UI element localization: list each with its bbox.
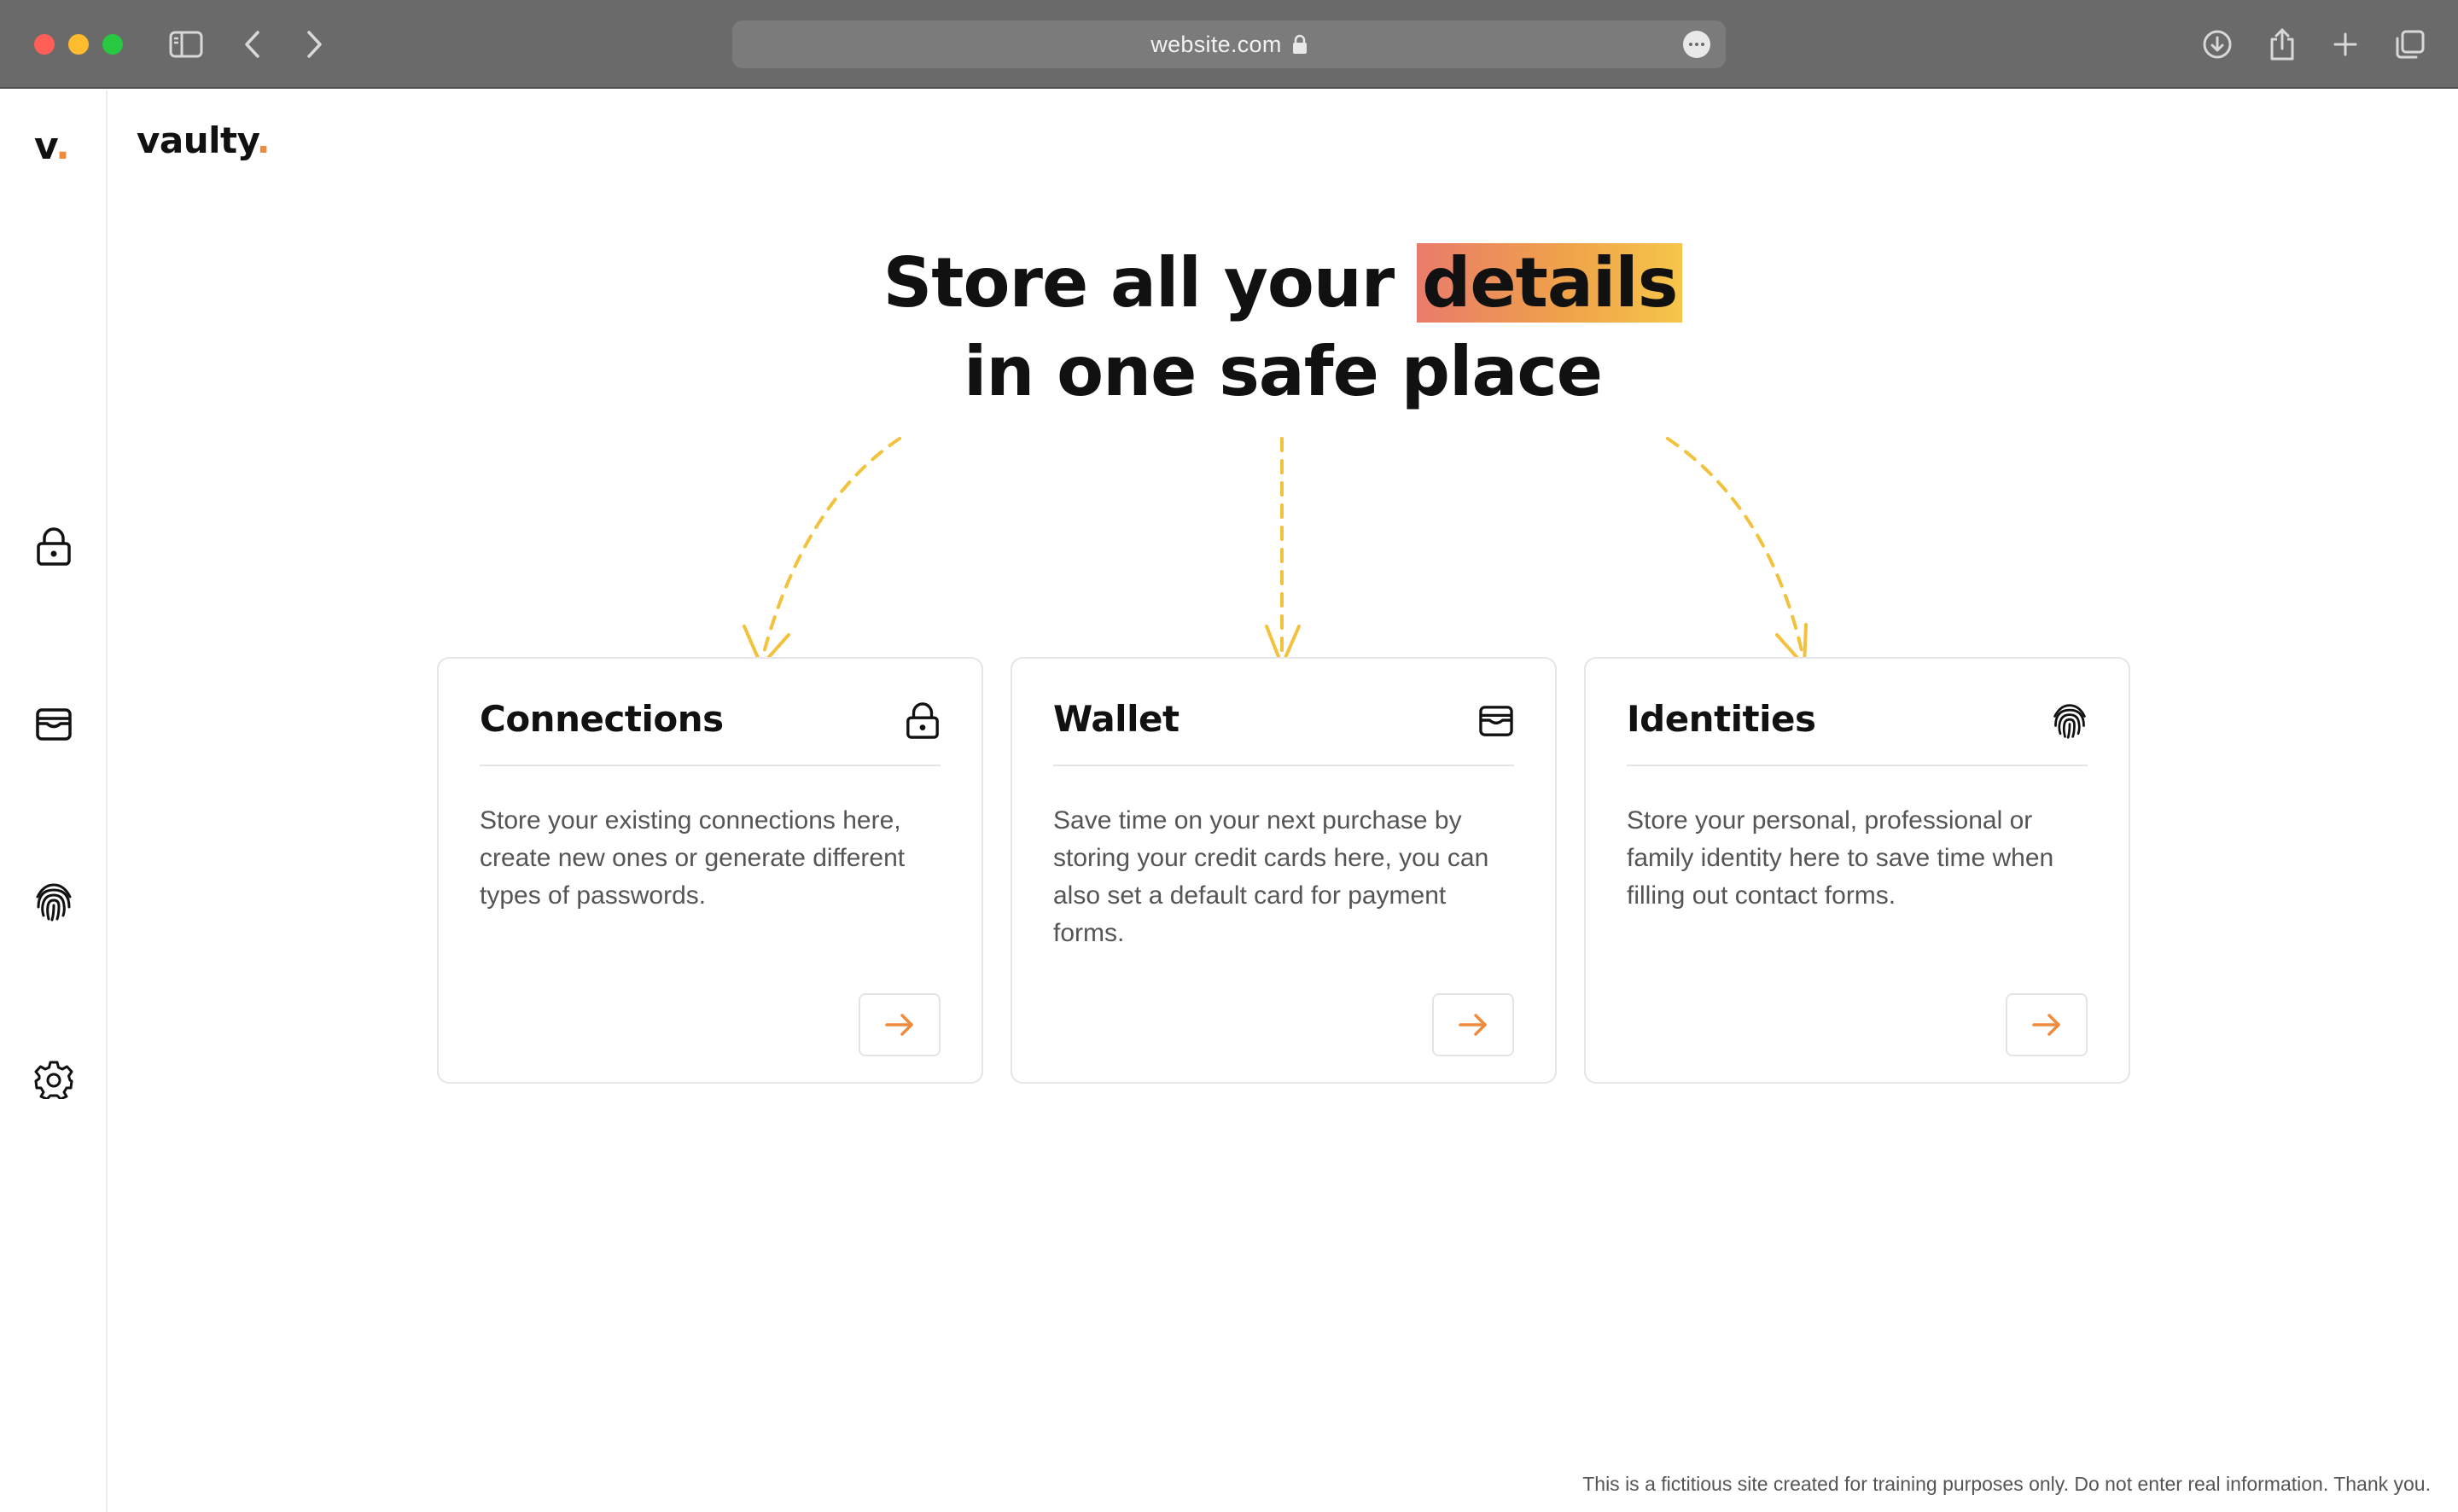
sidebar-item-connections[interactable] [32,526,75,568]
sidebar-item-settings[interactable] [32,1058,75,1101]
logo-dot: . [55,125,70,168]
sidebar-item-wallet[interactable] [32,703,75,746]
forward-icon[interactable] [294,24,335,65]
open-identities-button[interactable] [2006,993,2088,1056]
card-divider [480,765,941,766]
sidebar-toggle-icon[interactable] [166,24,207,65]
back-icon[interactable] [232,24,273,65]
card-identities[interactable]: Identities Store your personal, professi… [1584,657,2130,1084]
card-divider [1627,765,2088,766]
lock-icon [37,527,71,566]
hero-line-2: in one safe place [963,332,1603,411]
download-icon[interactable] [2197,24,2238,65]
card-wallet[interactable]: Wallet Save time on your next purchase b… [1011,657,1557,1084]
brand-logo[interactable]: vaulty. [137,119,271,161]
fingerprint-icon [2050,701,2089,741]
sidebar-logo[interactable]: v. [34,125,70,168]
card-title: Connections [480,698,724,740]
card-title: Identities [1627,698,1816,740]
hero-highlight: details [1417,243,1683,323]
hero-line-1: Store all your details [108,239,2458,328]
browser-toolbar: website.com [0,0,2458,89]
open-wallet-button[interactable] [1432,993,1514,1056]
wallet-icon [1477,701,1516,741]
share-icon[interactable] [2262,24,2303,65]
lock-icon [903,701,942,741]
more-icon[interactable] [1683,31,1710,58]
arrow-right-icon [885,1014,913,1036]
url-text: website.com [1150,31,1282,57]
lock-icon [1292,34,1308,55]
arrow-right-icon [1459,1014,1487,1036]
card-description: Save time on your next purchase by stori… [1053,806,1489,947]
brand-name: vaulty [137,119,257,161]
tabs-overview-icon[interactable] [2390,24,2431,65]
card-connections[interactable]: Connections Store your existing connecti… [437,657,983,1084]
brand-dot: . [256,119,271,161]
zoom-window-button[interactable] [102,34,123,55]
fingerprint-icon [36,883,72,922]
gear-icon [34,1061,73,1099]
hero-text: Store all your [882,243,1418,323]
card-divider [1053,765,1514,766]
arrow-right-icon [2032,1014,2060,1036]
arrow-identities [1666,437,1806,664]
card-title: Wallet [1053,698,1179,740]
footer-disclaimer: This is a fictitious site created for tr… [1582,1473,2431,1495]
open-connections-button[interactable] [859,993,941,1056]
card-description: Store your existing connections here, cr… [480,806,906,910]
arrow-connections [760,437,901,664]
hero-heading: Store all your details in one safe place [108,239,2458,416]
card-description: Store your personal, professional or fam… [1627,806,2054,910]
sidebar-item-identities[interactable] [32,881,75,923]
address-bar[interactable]: website.com [732,20,1726,68]
wallet-icon [36,708,72,741]
new-tab-icon[interactable] [2325,24,2366,65]
logo-letter: v [34,125,56,168]
sidebar: v. [0,90,108,1512]
close-window-button[interactable] [34,34,55,55]
minimize-window-button[interactable] [68,34,89,55]
